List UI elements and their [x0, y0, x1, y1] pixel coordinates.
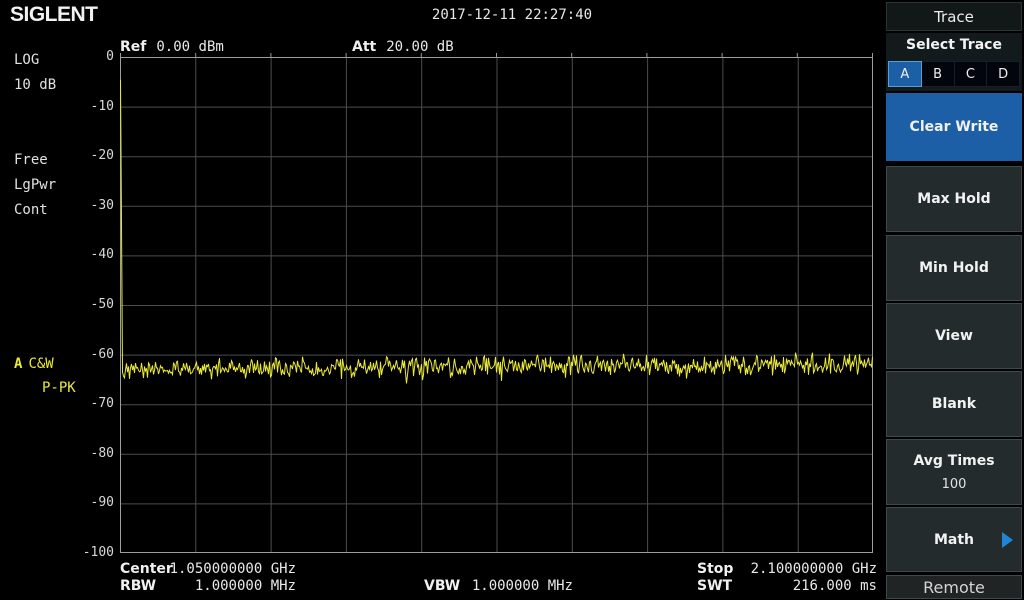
softkey-value: 100: [942, 477, 967, 492]
y-axis-tick-label: -90: [56, 495, 114, 510]
max-hold-button[interactable]: Max Hold: [886, 166, 1022, 232]
trace-mode: C&W: [28, 356, 53, 372]
swt-label: SWT: [697, 578, 732, 594]
trace-select-c[interactable]: C: [955, 61, 988, 87]
select-trace-label: Select Trace: [886, 37, 1022, 53]
select-trace-section: Select Trace ABCD: [886, 33, 1022, 91]
spectrum-plot: [120, 57, 873, 553]
trace-mode-indicator: A C&W: [14, 356, 54, 372]
trace-canvas: [120, 57, 873, 553]
trace-select-a[interactable]: A: [888, 61, 922, 87]
datetime-display: 2017-12-11 22:27:40: [0, 7, 1024, 23]
softkey-label: View: [935, 328, 973, 344]
menu-title: Trace: [886, 2, 1022, 31]
trace-select-d[interactable]: D: [987, 61, 1020, 87]
preamp-state-label: LgPwr: [14, 177, 56, 193]
y-axis-tick-label: -100: [56, 545, 114, 560]
ref-label: Ref: [120, 39, 146, 55]
math-button[interactable]: Math: [886, 507, 1022, 572]
softkey-label: Max Hold: [917, 191, 990, 207]
trace-selector: ABCD: [888, 61, 1020, 87]
remote-status: Remote: [886, 575, 1022, 599]
softkey-label: Math: [934, 532, 974, 548]
y-axis-tick-label: -80: [56, 446, 114, 461]
rbw-label: RBW: [120, 578, 156, 594]
vbw-value: 1.000000 MHz: [453, 578, 573, 594]
scale-type-label: LOG: [14, 52, 39, 68]
att-label: Att: [352, 39, 376, 55]
trace-letter: A: [14, 356, 22, 372]
ref-level-readout: Ref 0.00 dBm: [120, 36, 234, 55]
clear-write-button[interactable]: Clear Write: [886, 93, 1022, 161]
att-value: 20.00 dB: [386, 39, 453, 55]
y-axis-tick-label: -50: [56, 297, 114, 312]
blank-button[interactable]: Blank: [886, 371, 1022, 437]
min-hold-button[interactable]: Min Hold: [886, 235, 1022, 301]
swt-value: 216.000 ms: [731, 578, 877, 594]
y-axis-tick-label: -40: [56, 247, 114, 262]
softkey-label: Clear Write: [910, 119, 999, 135]
softkey-label: Avg Times: [913, 453, 994, 469]
y-axis-tick-label: -10: [56, 99, 114, 114]
y-axis-tick-label: -30: [56, 198, 114, 213]
y-axis-tick-label: -60: [56, 347, 114, 362]
softkey-label: Blank: [932, 396, 976, 412]
rbw-value: 1.000000 MHz: [176, 578, 296, 594]
softkey-menu-panel: Trace Select Trace ABCD Clear Write Max H…: [886, 0, 1024, 600]
stop-freq-label: Stop: [697, 561, 733, 577]
stop-freq-value: 2.100000000 GHz: [731, 561, 877, 577]
center-freq-value: 1.050000000 GHz: [150, 561, 296, 577]
trace-select-b[interactable]: B: [922, 61, 955, 87]
submenu-arrow-icon: [1002, 532, 1013, 548]
y-axis-tick-label: 0: [56, 49, 114, 64]
avg-times-button[interactable]: Avg Times 100: [886, 439, 1022, 505]
sweep-mode-label: Cont: [14, 202, 48, 218]
trigger-mode-label: Free: [14, 152, 48, 168]
y-axis-tick-label: -70: [56, 396, 114, 411]
spectrum-analyzer-screen: SIGLENT 2017-12-11 22:27:40 Ref0.00 dBm …: [0, 0, 1024, 600]
ref-value: 0.00 dBm: [156, 39, 223, 55]
scale-per-div-label: 10 dB: [14, 77, 56, 93]
attenuation-readout: Att 20.00 dB: [352, 36, 464, 55]
y-axis-tick-label: -20: [56, 148, 114, 163]
softkey-label: Min Hold: [919, 260, 989, 276]
view-button[interactable]: View: [886, 303, 1022, 369]
detector-indicator: P-PK: [42, 380, 76, 396]
